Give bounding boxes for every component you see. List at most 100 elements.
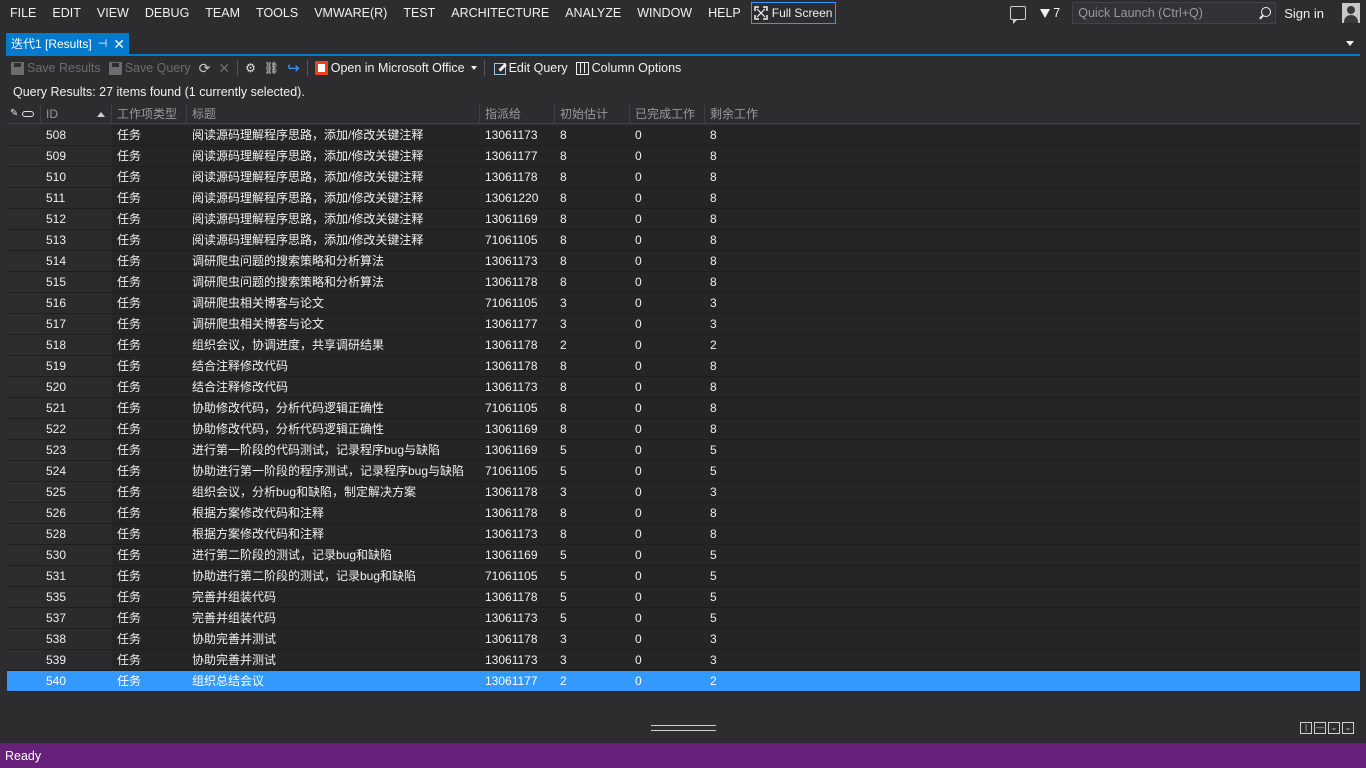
menu-debug[interactable]: DEBUG: [137, 2, 197, 24]
menu-tools[interactable]: TOOLS: [248, 2, 306, 24]
chevron-down-icon[interactable]: [1346, 41, 1354, 46]
menu-test[interactable]: TEST: [395, 2, 443, 24]
tab-results[interactable]: 迭代1 [Results] ⊣ ✕: [6, 33, 130, 54]
row-gutter[interactable]: [7, 440, 41, 460]
table-row[interactable]: 540 任务 组织总结会议 13061177 2 0 2: [7, 671, 1360, 692]
notifications-button[interactable]: 7: [1040, 6, 1060, 20]
table-row[interactable]: 509 任务 阅读源码理解程序思路，添加/修改关键注释 13061177 8 0 8: [7, 146, 1360, 167]
row-gutter[interactable]: [7, 146, 41, 166]
table-row[interactable]: 519 任务 结合注释修改代码 13061178 8 0 8: [7, 356, 1360, 377]
row-gutter[interactable]: [7, 524, 41, 544]
table-row[interactable]: 512 任务 阅读源码理解程序思路，添加/修改关键注释 13061169 8 0 8: [7, 209, 1360, 230]
row-gutter[interactable]: [7, 125, 41, 145]
column-options-button[interactable]: Column Options: [572, 57, 686, 79]
row-gutter[interactable]: [7, 188, 41, 208]
menu-architecture[interactable]: ARCHITECTURE: [443, 2, 557, 24]
table-row[interactable]: 523 任务 进行第一阶段的代码测试，记录程序bug与缺陷 13061169 5 0 5: [7, 440, 1360, 461]
row-gutter[interactable]: [7, 251, 41, 271]
table-row[interactable]: 510 任务 阅读源码理解程序思路，添加/修改关键注释 13061178 8 0 8: [7, 167, 1360, 188]
column-header-original-estimate[interactable]: 初始估计: [555, 104, 630, 124]
table-row[interactable]: 515 任务 调研爬虫问题的搜索策略和分析算法 13061178 8 0 8: [7, 272, 1360, 293]
stop-button[interactable]: ✕: [214, 57, 234, 79]
open-in-office-button[interactable]: Open in Microsoft Office: [311, 57, 481, 79]
column-header-title[interactable]: 标题: [187, 104, 480, 124]
row-gutter[interactable]: [7, 377, 41, 397]
table-row[interactable]: 535 任务 完善并组装代码 13061178 5 0 5: [7, 587, 1360, 608]
menu-view[interactable]: VIEW: [89, 2, 137, 24]
save-results-button[interactable]: Save Results: [7, 57, 105, 79]
table-row[interactable]: 531 任务 协助进行第二阶段的测试，记录bug和缺陷 71061105 5 0 5: [7, 566, 1360, 587]
quick-launch-input[interactable]: [1078, 6, 1249, 20]
full-screen-button[interactable]: Full Screen: [750, 2, 837, 24]
column-header-id[interactable]: ID: [41, 104, 112, 124]
table-row[interactable]: 537 任务 完善并组装代码 13061173 5 0 5: [7, 608, 1360, 629]
table-row[interactable]: 524 任务 协助进行第一阶段的程序测试，记录程序bug与缺陷 71061105 5 0 5: [7, 461, 1360, 482]
column-header-completed-work[interactable]: 已完成工作: [630, 104, 705, 124]
split-vertical-icon[interactable]: |: [1300, 722, 1312, 734]
row-gutter[interactable]: [7, 650, 41, 670]
table-row[interactable]: 522 任务 协助修改代码，分析代码逻辑正确性 13061169 8 0 8: [7, 419, 1360, 440]
chevron-down-icon[interactable]: [470, 66, 477, 70]
row-gutter[interactable]: [7, 356, 41, 376]
menu-window[interactable]: WINDOW: [629, 2, 700, 24]
refresh-button[interactable]: ⟳: [195, 57, 215, 79]
table-row[interactable]: 538 任务 协助完善并测试 13061178 3 0 3: [7, 629, 1360, 650]
table-row[interactable]: 521 任务 协助修改代码，分析代码逻辑正确性 71061105 8 0 8: [7, 398, 1360, 419]
row-gutter[interactable]: [7, 293, 41, 313]
table-row[interactable]: 525 任务 组织会议，分析bug和缺陷，制定解决方案 13061178 3 0 3: [7, 482, 1360, 503]
row-gutter[interactable]: [7, 587, 41, 607]
sign-in-link[interactable]: Sign in: [1284, 6, 1324, 21]
new-linked-work-item-button[interactable]: ⚙: [241, 57, 260, 79]
table-row[interactable]: 508 任务 阅读源码理解程序思路，添加/修改关键注释 13061173 8 0 8: [7, 125, 1360, 146]
row-gutter[interactable]: [7, 566, 41, 586]
close-icon[interactable]: ✕: [113, 37, 125, 51]
column-header-work-item-type[interactable]: 工作项类型: [112, 104, 187, 124]
menu-analyze[interactable]: ANALYZE: [557, 2, 629, 24]
row-gutter[interactable]: [7, 629, 41, 649]
row-gutter[interactable]: [7, 545, 41, 565]
table-row[interactable]: 518 任务 组织会议，协调进度，共享调研结果 13061178 2 0 2: [7, 335, 1360, 356]
row-gutter[interactable]: [7, 482, 41, 502]
search-icon[interactable]: [1258, 6, 1272, 20]
undo-button[interactable]: ↪: [283, 57, 304, 79]
feedback-icon[interactable]: [1010, 6, 1027, 24]
table-row[interactable]: 516 任务 调研爬虫相关博客与论文 71061105 3 0 3: [7, 293, 1360, 314]
row-gutter[interactable]: [7, 335, 41, 355]
pane-splitter[interactable]: [651, 725, 716, 731]
row-gutter[interactable]: [7, 503, 41, 523]
row-gutter[interactable]: [7, 314, 41, 334]
table-row[interactable]: 511 任务 阅读源码理解程序思路，添加/修改关键注释 13061220 8 0 8: [7, 188, 1360, 209]
row-gutter[interactable]: [7, 419, 41, 439]
table-row[interactable]: 514 任务 调研爬虫问题的搜索策略和分析算法 13061173 8 0 8: [7, 251, 1360, 272]
menu-vmware[interactable]: VMWARE(R): [306, 2, 395, 24]
table-row[interactable]: 539 任务 协助完善并测试 13061173 3 0 3: [7, 650, 1360, 671]
table-row[interactable]: 528 任务 根据方案修改代码和注释 13061173 8 0 8: [7, 524, 1360, 545]
menu-edit[interactable]: EDIT: [44, 2, 88, 24]
split-horizontal-icon[interactable]: —: [1314, 722, 1326, 734]
pin-icon[interactable]: ⊣: [98, 37, 108, 50]
save-query-button[interactable]: Save Query: [105, 57, 195, 79]
column-header-remaining-work[interactable]: 剩余工作: [705, 104, 1360, 124]
table-row[interactable]: 526 任务 根据方案修改代码和注释 13061178 8 0 8: [7, 503, 1360, 524]
row-gutter[interactable]: [7, 167, 41, 187]
maximize-results-icon[interactable]: ⌄: [1328, 722, 1340, 734]
row-gutter[interactable]: [7, 398, 41, 418]
edit-query-button[interactable]: Edit Query: [488, 57, 572, 79]
menu-file[interactable]: FILE: [0, 2, 44, 24]
table-row[interactable]: 520 任务 结合注释修改代码 13061173 8 0 8: [7, 377, 1360, 398]
row-gutter[interactable]: [7, 608, 41, 628]
row-gutter[interactable]: [7, 272, 41, 292]
maximize-pane-icon[interactable]: ⌄: [1342, 722, 1354, 734]
column-header-assigned-to[interactable]: 指派给: [480, 104, 555, 124]
row-gutter[interactable]: [7, 230, 41, 250]
menu-help[interactable]: HELP: [700, 2, 749, 24]
table-row[interactable]: 513 任务 阅读源码理解程序思路，添加/修改关键注释 71061105 8 0 8: [7, 230, 1360, 251]
quick-launch-box[interactable]: [1072, 2, 1277, 24]
link-to-existing-button[interactable]: ⛓: [260, 57, 283, 79]
row-gutter[interactable]: [7, 461, 41, 481]
menu-team[interactable]: TEAM: [197, 2, 248, 24]
table-row[interactable]: 530 任务 进行第二阶段的测试，记录bug和缺陷 13061169 5 0 5: [7, 545, 1360, 566]
table-row[interactable]: 517 任务 调研爬虫相关博客与论文 13061177 3 0 3: [7, 314, 1360, 335]
row-gutter[interactable]: [7, 671, 41, 691]
row-gutter[interactable]: [7, 209, 41, 229]
